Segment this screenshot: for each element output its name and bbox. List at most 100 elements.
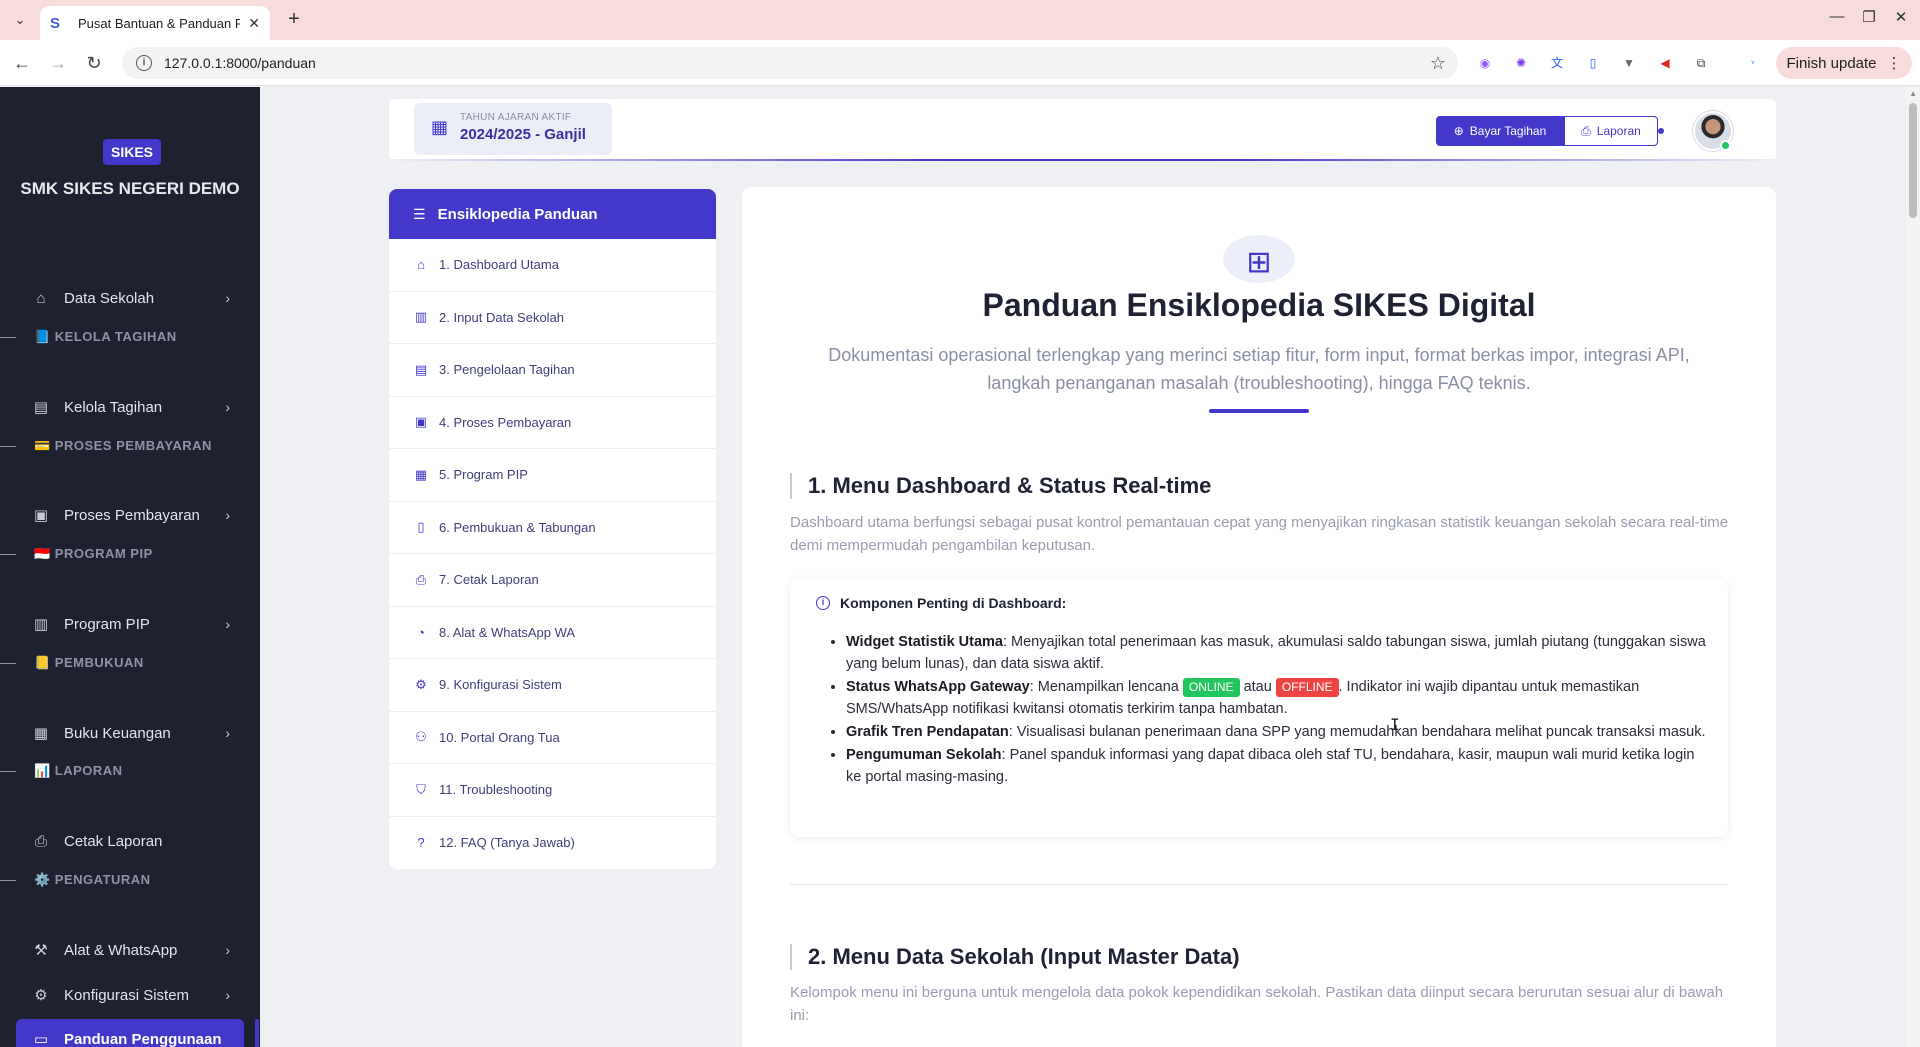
section-1-title: 1. Menu Dashboard & Status Real-time: [790, 473, 1211, 499]
new-tab-button[interactable]: +: [282, 8, 306, 32]
sidebar-item-label: Proses Pembayaran: [64, 506, 200, 524]
page-subtitle: Dokumentasi operasional terlengkap yang …: [828, 345, 1690, 393]
list-item: Pengumuman Sekolah: Panel spanduk inform…: [846, 744, 1706, 788]
finish-update-button[interactable]: Finish update ⋮: [1776, 47, 1912, 79]
invoice-icon: ▤: [33, 399, 49, 416]
sidebar-item-label: Data Sekolah: [64, 289, 155, 307]
profile-icon[interactable]: ᵛ: [1744, 54, 1762, 72]
sidebar-item-proses-pembayaran[interactable]: ▣ Proses Pembayaran ›: [16, 495, 244, 535]
info-icon: i: [816, 596, 830, 610]
id-card-icon: ▦: [414, 466, 428, 482]
extension-radio-icon[interactable]: ◉: [1476, 54, 1494, 72]
site-info-icon[interactable]: i: [136, 55, 152, 71]
extension-vue-icon[interactable]: ▼: [1620, 54, 1638, 72]
book-icon: ▦: [33, 725, 49, 742]
header-accent-line: [389, 159, 1776, 161]
toc-item-faq[interactable]: ? 12. FAQ (Tanya Jawab): [389, 817, 716, 870]
site-favicon-icon: S: [50, 15, 61, 32]
toc-item-konfigurasi[interactable]: ⚙ 9. Konfigurasi Sistem: [389, 659, 716, 712]
extension-clipboard-icon[interactable]: ▯: [1584, 54, 1602, 72]
calendar-icon: ▦: [431, 117, 449, 137]
sidebar-item-cetak-laporan[interactable]: ⎙ Cetak Laporan: [16, 821, 244, 861]
bookmark-star-icon[interactable]: ☆: [1430, 53, 1446, 74]
building-icon: ⌂: [36, 289, 46, 307]
chevron-right-icon: ›: [225, 987, 230, 1003]
restore-button[interactable]: ❐: [1854, 8, 1884, 26]
sidebar-section-pengaturan: ⚙️ PENGATURAN: [0, 872, 151, 888]
scroll-up-icon[interactable]: ▲: [1909, 89, 1917, 98]
toc-item-cetak-laporan[interactable]: ⎙ 7. Cetak Laporan: [389, 554, 716, 607]
tab-search-dropdown-icon[interactable]: ⌄: [8, 8, 32, 32]
scrollbar-thumb[interactable]: [1909, 103, 1917, 218]
printer-icon: ⎙: [1581, 123, 1591, 138]
browser-tab-active[interactable]: S Pusat Bantuan & Panduan Pe ✕: [40, 6, 270, 40]
plus-circle-icon: ⊕: [1453, 124, 1464, 138]
gear-icon: ⚙: [415, 676, 427, 692]
sidebar-section-proses-pembayaran: 💳 PROSES PEMBAYARAN: [0, 438, 212, 454]
reload-button[interactable]: ↻: [82, 51, 106, 75]
browser-tabbar: ⌄ S Pusat Bantuan & Panduan Pe ✕ + — ❐ ✕: [0, 0, 1920, 40]
gear-icon: ⚙: [34, 987, 48, 1004]
sidebar-item-label: Panduan Penggunaan: [64, 1030, 222, 1047]
sidebar-item-data-sekolah[interactable]: ⌂ Data Sekolah ›: [16, 278, 244, 318]
bayar-tagihan-button[interactable]: ⊕ Bayar Tagihan: [1436, 116, 1564, 146]
book-reader-icon: ⊞: [1223, 235, 1295, 283]
main-content: ⊞ Panduan Ensiklopedia SIKES Digital Dok…: [742, 187, 1776, 1047]
extensions-puzzle-icon[interactable]: ⧉: [1692, 54, 1710, 72]
list-item: Grafik Tren Pendapatan: Visualisasi bula…: [846, 721, 1706, 743]
browser-toolbar: ← → ↻ i 127.0.0.1:8000/panduan ☆ ◉ ✺ 文 ▯…: [0, 40, 1920, 86]
chevron-right-icon: ›: [225, 399, 230, 415]
toc-item-tagihan[interactable]: ▤ 3. Pengelolaan Tagihan: [389, 344, 716, 397]
toc-panel: ☰ Ensiklopedia Panduan ⌂ 1. Dashboard Uta…: [389, 189, 716, 869]
toc-item-pip[interactable]: ▦ 5. Program PIP: [389, 449, 716, 502]
chevron-right-icon: ›: [225, 725, 230, 741]
sidebar-item-konfigurasi-sistem[interactable]: ⚙ Konfigurasi Sistem ›: [16, 975, 244, 1015]
academic-year-value: 2024/2025 - Ganjil: [460, 126, 586, 143]
toc-item-input-data[interactable]: ▥ 2. Input Data Sekolah: [389, 292, 716, 344]
forward-button[interactable]: →: [46, 51, 70, 75]
chevron-right-icon: ›: [225, 616, 230, 632]
laporan-button[interactable]: ⎙ Laporan: [1564, 116, 1658, 146]
components-list: Widget Statistik Utama: Menyajikan total…: [846, 631, 1706, 789]
extension-translate-icon[interactable]: 文: [1548, 54, 1566, 72]
dashboard-components-callout: i Komponen Penting di Dashboard: Widget …: [790, 579, 1728, 837]
toc-item-whatsapp[interactable]: ◔ 8. Alat & WhatsApp WA: [389, 607, 716, 659]
toc-item-pembukuan[interactable]: ▯ 6. Pembukuan & Tabungan: [389, 502, 716, 554]
book-icon: ▯: [417, 519, 425, 535]
url-text[interactable]: 127.0.0.1:8000/panduan: [164, 55, 1430, 71]
toc-item-portal[interactable]: ⚇ 10. Portal Orang Tua: [389, 712, 716, 764]
cash-icon: ▣: [33, 507, 49, 524]
printer-icon: ⎙: [415, 571, 427, 587]
toc-header: ☰ Ensiklopedia Panduan: [389, 189, 716, 239]
list-item: Status WhatsApp Gateway: Menampilkan len…: [846, 676, 1706, 720]
address-bar[interactable]: i 127.0.0.1:8000/panduan ☆: [122, 47, 1458, 79]
sidebar-item-kelola-tagihan[interactable]: ▤ Kelola Tagihan ›: [16, 387, 244, 427]
back-button[interactable]: ←: [10, 51, 34, 75]
callout-header: i Komponen Penting di Dashboard:: [816, 595, 1066, 611]
sidebar-item-label: Program PIP: [64, 615, 150, 633]
section-divider: [790, 884, 1728, 885]
toc-item-pembayaran[interactable]: ▣ 4. Proses Pembayaran: [389, 397, 716, 449]
page-scrollbar[interactable]: ▲: [1906, 87, 1920, 1047]
sidebar-item-panduan-penggunaan[interactable]: ▭ Panduan Penggunaan: [16, 1019, 244, 1047]
section-2-desc: Kelompok menu ini berguna untuk mengelol…: [790, 984, 1724, 1024]
title-underline: [1209, 409, 1309, 413]
page-title: Panduan Ensiklopedia SIKES Digital: [982, 287, 1536, 323]
extension-gear-icon[interactable]: ✺: [1512, 54, 1530, 72]
book-open-icon: ▭: [33, 1031, 49, 1047]
sidebar-item-program-pip[interactable]: ▥ Program PIP ›: [16, 604, 244, 644]
close-window-button[interactable]: ✕: [1886, 8, 1916, 26]
toc-item-troubleshooting[interactable]: ⛉ 11. Troubleshooting: [389, 764, 716, 817]
minimize-button[interactable]: —: [1822, 8, 1852, 25]
sidebar-item-buku-keuangan[interactable]: ▦ Buku Keuangan ›: [16, 713, 244, 753]
tab-close-icon[interactable]: ✕: [248, 15, 260, 32]
sidebar-item-alat-whatsapp[interactable]: ⚒ Alat & WhatsApp ›: [16, 930, 244, 970]
building-icon: ▥: [414, 309, 428, 325]
online-status-dot: [1720, 140, 1731, 151]
finish-update-label: Finish update: [1786, 54, 1877, 72]
logo-badge: SIKES: [103, 139, 162, 165]
extension-megaphone-icon[interactable]: ◀: [1656, 54, 1674, 72]
chevron-right-icon: ›: [225, 507, 230, 523]
school-name: SMK SIKES NEGERI DEMO: [20, 179, 240, 198]
toc-item-dashboard[interactable]: ⌂ 1. Dashboard Utama: [389, 239, 716, 292]
